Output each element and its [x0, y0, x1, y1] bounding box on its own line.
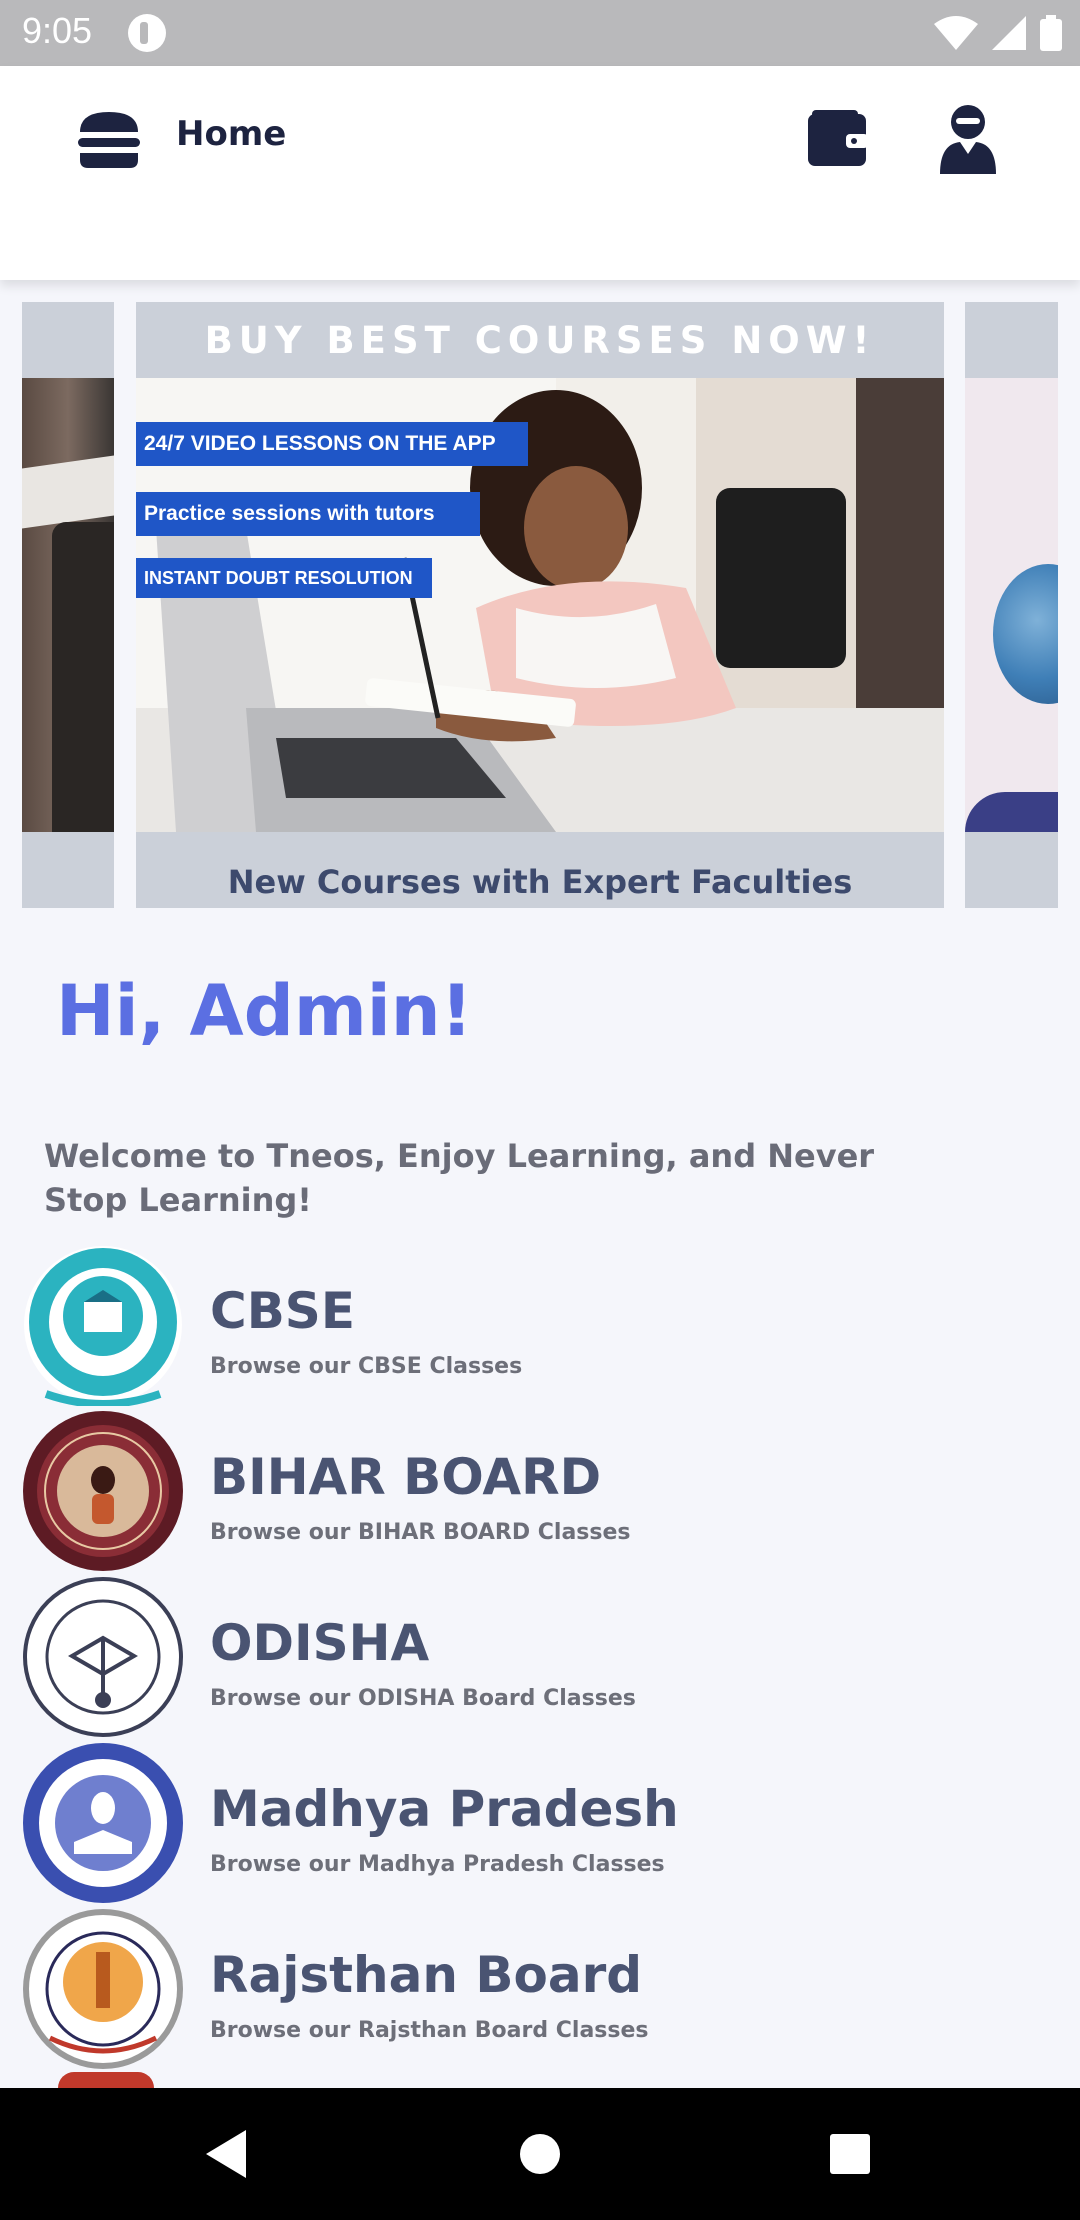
banner-tag-practice-sessions: Practice sessions with tutors [136, 492, 480, 536]
board-subtitle: Browse our BIHAR BOARD Classes [210, 1520, 631, 1545]
board-name: CBSE [210, 1282, 355, 1340]
board-item-madhya-pradesh[interactable]: Madhya Pradesh Browse our Madhya Pradesh… [0, 1742, 1080, 1908]
banner-slide-next[interactable] [965, 302, 1058, 908]
board-subtitle: Browse our Madhya Pradesh Classes [210, 1852, 665, 1877]
cbse-logo [24, 1246, 182, 1406]
banner-footer: New Courses with Expert Faculties [227, 863, 853, 901]
back-icon[interactable] [198, 2124, 258, 2184]
banner-slide-previous[interactable] [22, 302, 114, 908]
banner-heading: BUY BEST COURSES NOW! [204, 318, 876, 362]
home-icon[interactable] [510, 2124, 570, 2184]
menu-icon[interactable] [74, 106, 144, 176]
banner-tag-video-lessons: 24/7 VIDEO LESSONS ON THE APP [136, 422, 528, 466]
board-name: ODISHA [210, 1614, 430, 1672]
welcome-message: Welcome to Tneos, Enjoy Learning, and Ne… [44, 1137, 875, 1219]
status-bar: 9:05 [0, 0, 1080, 66]
board-item-odisha[interactable]: ODISHA Browse our ODISHA Board Classes [0, 1576, 1080, 1742]
board-subtitle: Browse our Rajsthan Board Classes [210, 2018, 649, 2043]
board-subtitle: Browse our ODISHA Board Classes [210, 1686, 636, 1711]
banner-slide-current[interactable]: BUY BEST COURSES NOW! 24/7 VIDEO LESSONS… [136, 302, 944, 908]
status-icons [934, 14, 1062, 52]
status-time: 9:05 [22, 10, 93, 51]
signal-icon [992, 16, 1026, 50]
board-item-bihar[interactable]: BIHAR BOARD Browse our BIHAR BOARD Class… [0, 1410, 1080, 1576]
bihar-board-logo [23, 1411, 183, 1571]
board-item-rajsthan[interactable]: Rajsthan Board Browse our Rajsthan Board… [0, 1908, 1080, 2074]
banner-photo: 24/7 VIDEO LESSONS ON THE APP Practice s… [136, 378, 944, 832]
rajsthan-board-logo [23, 1909, 183, 2069]
notification-app-icon [128, 14, 166, 52]
recents-icon[interactable] [820, 2124, 880, 2184]
madhya-pradesh-board-logo [23, 1743, 183, 1903]
board-name: Rajsthan Board [210, 1946, 643, 2004]
system-navigation-bar [0, 2088, 1080, 2220]
wallet-icon[interactable] [806, 106, 870, 170]
course-banner-carousel[interactable]: BUY BEST COURSES NOW! 24/7 VIDEO LESSONS… [0, 302, 1080, 908]
board-name: BIHAR BOARD [210, 1448, 602, 1506]
battery-icon [1040, 15, 1062, 51]
board-name: Madhya Pradesh [210, 1780, 679, 1838]
user-icon[interactable] [936, 102, 1000, 174]
banner-tag-doubt-resolution: INSTANT DOUBT RESOLUTION [136, 558, 432, 598]
board-item-partial [58, 2072, 154, 2088]
greeting-heading: Hi, Admin! [56, 970, 473, 1052]
odisha-board-logo [23, 1577, 183, 1737]
board-subtitle: Browse our CBSE Classes [210, 1354, 523, 1379]
board-item-cbse[interactable]: CBSE Browse our CBSE Classes [0, 1244, 1080, 1410]
app-bar: Home [0, 66, 1080, 280]
wifi-icon [934, 16, 978, 50]
page-title: Home [176, 114, 287, 154]
